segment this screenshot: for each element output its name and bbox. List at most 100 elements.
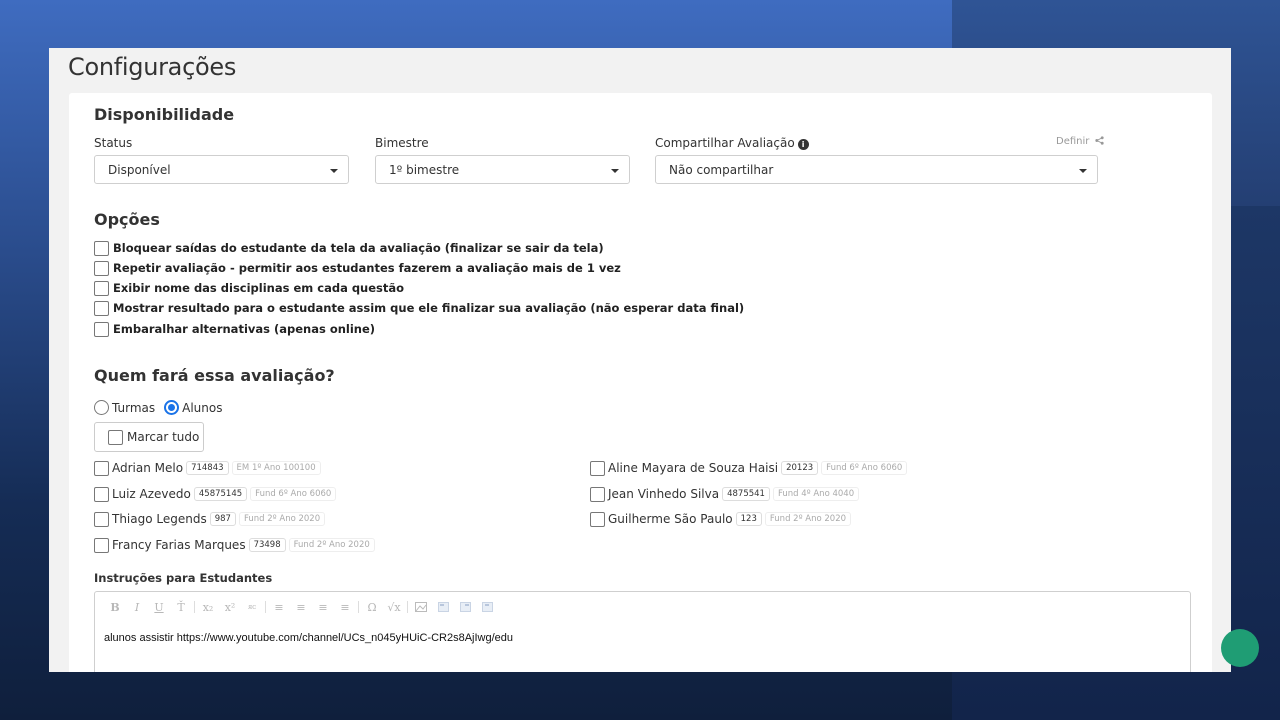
editor-toolbar: B I U Ť x₂ x² ᴙᴄ ≡ ≡ ≡ ≡ Ω √x (104, 599, 498, 615)
student-name: Aline Mayara de Souza Haisi (608, 461, 779, 475)
student-id-badge: 714843 (186, 461, 229, 475)
audience-title: Quem fará essa avaliação? (94, 366, 335, 385)
student-class: Fund 6º Ano 6060 (250, 487, 337, 501)
bimestre-select[interactable]: 1º bimestre (375, 155, 630, 184)
formula-button[interactable]: √x (383, 599, 405, 615)
student-name: Guilherme São Paulo (608, 512, 733, 526)
embed-left-icon[interactable] (454, 599, 476, 615)
superscript-button[interactable]: x² (219, 599, 241, 615)
student-id-badge: 73498 (248, 538, 286, 552)
define-share-link[interactable]: Definir (1056, 136, 1104, 147)
chat-button[interactable] (1221, 629, 1259, 667)
student-id-badge: 20123 (781, 461, 819, 475)
mark-all-button[interactable]: Marcar tudo (94, 422, 204, 452)
status-label: Status (94, 136, 133, 150)
radio-turmas[interactable] (94, 400, 109, 415)
special-char-button[interactable]: Ω (361, 599, 383, 615)
student-checkbox[interactable] (590, 511, 605, 527)
instructions-label: Instruções para Estudantes (94, 571, 273, 585)
settings-card: Disponibilidade Status Disponível Bimest… (69, 93, 1212, 672)
embed-right-icon[interactable] (476, 599, 498, 615)
toolbar-divider (358, 601, 359, 613)
toolbar-divider (194, 601, 195, 613)
student-checkbox[interactable] (94, 537, 109, 553)
student-class: Fund 2º Ano 2020 (764, 512, 852, 526)
student-item[interactable]: Guilherme São Paulo 123 Fund 2º Ano 2020 (590, 511, 852, 527)
embed-icon[interactable] (432, 599, 454, 615)
underline-button[interactable]: U (148, 599, 170, 615)
share-label: Compartilhar Avaliação i (655, 136, 809, 150)
option-shuffle[interactable]: Embaralhar alternativas (apenas online) (94, 321, 375, 337)
image-icon[interactable] (410, 599, 432, 615)
option-block-exit[interactable]: Bloquear saídas do estudante da tela da … (94, 240, 604, 256)
remove-format-button[interactable]: ᴙᴄ (241, 599, 263, 615)
student-class: Fund 2º Ano 2020 (238, 512, 326, 526)
student-class: Fund 4º Ano 4040 (772, 487, 860, 501)
audience-radio-group: Turmas Alunos (94, 400, 223, 415)
mark-all-checkbox[interactable] (108, 429, 123, 445)
option-label: Mostrar resultado para o estudante assim… (113, 301, 745, 315)
option-repeat[interactable]: Repetir avaliação - permitir aos estudan… (94, 260, 621, 276)
editor-content[interactable]: alunos assistir https://www.youtube.com/… (104, 632, 513, 644)
instructions-editor[interactable]: B I U Ť x₂ x² ᴙᴄ ≡ ≡ ≡ ≡ Ω √x alunos ass… (94, 591, 1191, 672)
options-title: Opções (94, 210, 160, 229)
option-label: Repetir avaliação - permitir aos estudan… (113, 261, 621, 275)
student-item[interactable]: Aline Mayara de Souza Haisi 20123 Fund 6… (590, 460, 908, 476)
share-select[interactable]: Não compartilhar (655, 155, 1098, 184)
option-checkbox[interactable] (94, 321, 109, 337)
strike-button[interactable]: Ť (170, 599, 192, 615)
student-item[interactable]: Jean Vinhedo Silva 4875541 Fund 4º Ano 4… (590, 486, 860, 502)
option-checkbox[interactable] (94, 280, 109, 296)
bimestre-label: Bimestre (375, 136, 429, 150)
student-checkbox[interactable] (94, 460, 109, 476)
align-center-button[interactable]: ≡ (290, 599, 312, 615)
option-label: Bloquear saídas do estudante da tela da … (113, 241, 604, 255)
toolbar-divider (407, 601, 408, 613)
student-item[interactable]: Adrian Melo 714843 EM 1º Ano 100100 (94, 460, 321, 476)
student-item[interactable]: Francy Farias Marques 73498 Fund 2º Ano … (94, 537, 375, 553)
radio-turmas-label: Turmas (112, 400, 156, 415)
option-checkbox[interactable] (94, 300, 109, 316)
student-name: Luiz Azevedo (112, 487, 191, 501)
student-id-badge: 987 (209, 512, 236, 526)
option-show-result[interactable]: Mostrar resultado para o estudante assim… (94, 300, 744, 316)
student-id-badge: 123 (735, 512, 762, 526)
option-show-subjects[interactable]: Exibir nome das disciplinas em cada ques… (94, 280, 404, 296)
student-checkbox[interactable] (94, 511, 109, 527)
option-checkbox[interactable] (94, 240, 109, 256)
bold-button[interactable]: B (104, 599, 126, 615)
align-justify-button[interactable]: ≡ (334, 599, 356, 615)
option-checkbox[interactable] (94, 260, 109, 276)
student-name: Francy Farias Marques (112, 538, 246, 552)
student-name: Adrian Melo (112, 461, 184, 475)
subscript-button[interactable]: x₂ (197, 599, 219, 615)
share-label-text: Compartilhar Avaliação (655, 136, 795, 150)
page-title: Configurações (68, 53, 237, 81)
student-item[interactable]: Luiz Azevedo 45875145 Fund 6º Ano 6060 (94, 486, 337, 502)
share-select-value: Não compartilhar (669, 163, 774, 177)
align-right-button[interactable]: ≡ (312, 599, 334, 615)
share-icon (1094, 136, 1104, 145)
student-id-badge: 45875145 (193, 487, 248, 501)
info-icon[interactable]: i (797, 139, 809, 150)
chevron-down-icon (611, 169, 619, 173)
student-class: EM 1º Ano 100100 (231, 461, 321, 475)
mark-all-label: Marcar tudo (127, 430, 200, 444)
settings-window: Configurações Disponibilidade Status Dis… (49, 48, 1231, 672)
student-checkbox[interactable] (590, 460, 605, 476)
radio-alunos-label: Alunos (182, 400, 223, 415)
toolbar-divider (265, 601, 266, 613)
italic-button[interactable]: I (126, 599, 148, 615)
chevron-down-icon (330, 169, 338, 173)
student-name: Thiago Legends (112, 512, 207, 526)
status-select[interactable]: Disponível (94, 155, 349, 184)
radio-alunos[interactable] (164, 400, 180, 415)
student-name: Jean Vinhedo Silva (608, 487, 720, 501)
option-label: Embaralhar alternativas (apenas online) (113, 322, 376, 336)
student-checkbox[interactable] (590, 486, 605, 502)
student-item[interactable]: Thiago Legends 987 Fund 2º Ano 2020 (94, 511, 326, 527)
status-select-value: Disponível (108, 163, 171, 177)
align-left-button[interactable]: ≡ (268, 599, 290, 615)
student-checkbox[interactable] (94, 486, 109, 502)
student-id-badge: 4875541 (722, 487, 770, 501)
